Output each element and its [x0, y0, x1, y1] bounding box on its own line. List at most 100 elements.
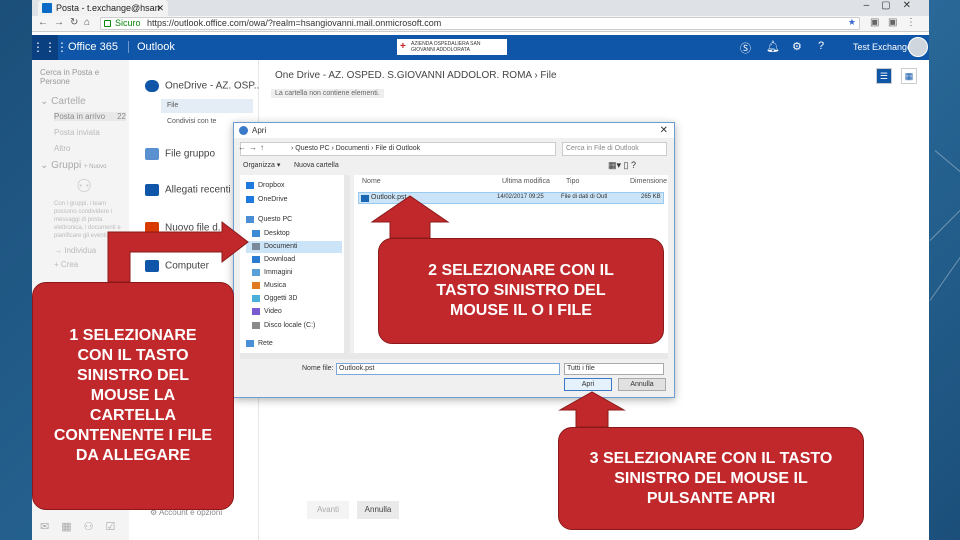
help-icon[interactable]: ?: [818, 40, 824, 52]
office365-brand[interactable]: Office 365: [68, 41, 118, 53]
column-modified[interactable]: Ultima modifica: [502, 178, 550, 185]
column-type[interactable]: Tipo: [566, 178, 579, 185]
create-link[interactable]: + Crea: [54, 260, 78, 269]
folder-icon: [246, 181, 254, 189]
window-controls[interactable]: –▢✕: [864, 0, 923, 11]
extension-icon[interactable]: ▣: [870, 17, 879, 28]
dialog-search-input[interactable]: Cerca in File di Outlook: [562, 142, 667, 156]
tree-item[interactable]: Desktop: [252, 228, 290, 240]
user-name[interactable]: Test Exchange: [853, 42, 912, 52]
tree-item[interactable]: Disco locale (C:): [252, 320, 315, 332]
groups-header[interactable]: ⌄ Gruppi + Nuovo: [40, 160, 106, 171]
file-name: Outlook.pst: [371, 194, 407, 201]
close-tab-icon[interactable]: ✕: [156, 0, 164, 16]
dialog-cancel-button[interactable]: Annulla: [618, 378, 666, 391]
red-cross-icon: +: [400, 41, 406, 52]
tab-bar: Posta - t.exchange@hsan ✕ –▢✕: [32, 0, 929, 16]
list-view-icon[interactable]: ☰: [875, 68, 892, 84]
tree-item[interactable]: Musica: [252, 280, 286, 292]
tree-item-label: Desktop: [264, 230, 290, 237]
horizontal-scrollbar[interactable]: [240, 353, 668, 359]
new-folder-button[interactable]: Nuova cartella: [294, 158, 339, 173]
extension-icon[interactable]: ▣: [888, 17, 897, 28]
tree-item-label: Disco locale (C:): [264, 322, 316, 329]
logo-text: AZIENDA OSPEDALIERA SAN GIOVANNI ADDOLOR…: [411, 41, 481, 53]
new-document-icon: [145, 222, 159, 234]
tree-item-label: Questo PC: [258, 216, 293, 223]
tree-item[interactable]: Documenti: [246, 241, 342, 253]
close-icon[interactable]: ✕: [660, 123, 668, 138]
groups-icon: ⚇: [76, 176, 93, 196]
office365-header: ⋮⋮⋮ Office 365 Outlook + AZIENDA OSPEDAL…: [32, 35, 929, 60]
hospital-logo: + AZIENDA OSPEDALIERA SAN GIOVANNI ADDOL…: [397, 39, 507, 55]
breadcrumb[interactable]: One Drive - AZ. OSPED. S.GIOVANNI ADDOLO…: [275, 70, 557, 81]
outlook-favicon-icon: [42, 3, 52, 13]
folder-other[interactable]: Altro: [54, 144, 70, 153]
source-onedrive-file[interactable]: File: [161, 99, 253, 113]
source-new-file[interactable]: Nuovo file d...: [145, 222, 226, 234]
source-group-files[interactable]: File gruppo: [145, 148, 215, 160]
dialog-nav-buttons[interactable]: ←→↑: [238, 143, 267, 152]
callout-step1: 1 SELEZIONARE CON IL TASTO SINISTRO DEL …: [32, 282, 234, 510]
file-modified: 14/02/2017 09:25: [497, 194, 544, 200]
forward-icon[interactable]: →: [54, 17, 64, 28]
column-size[interactable]: Dimensione: [630, 178, 667, 185]
tree-item[interactable]: Immagini: [252, 267, 292, 279]
folder-icon: [252, 229, 260, 237]
gear-icon[interactable]: ⚙: [792, 40, 802, 53]
tree-item[interactable]: Video: [252, 306, 282, 318]
tree-item[interactable]: OneDrive: [246, 194, 288, 206]
source-shared[interactable]: Condivisi con te: [167, 118, 216, 125]
column-name[interactable]: Nome: [362, 178, 381, 185]
dialog-title: Apri: [252, 126, 267, 135]
people-icon: [145, 148, 159, 160]
back-icon[interactable]: ←: [38, 17, 48, 28]
home-icon[interactable]: ⌂: [84, 17, 90, 28]
source-onedrive[interactable]: OneDrive - AZ. OSP...: [145, 80, 262, 92]
path-bar[interactable]: › Questo PC › Documenti › File di Outloo…: [240, 142, 556, 156]
tile-view-icon[interactable]: ▦: [901, 68, 917, 84]
browser-tab[interactable]: Posta - t.exchange@hsan ✕: [38, 0, 168, 16]
file-row[interactable]: Outlook.pst 14/02/2017 09:25 File di dat…: [358, 192, 664, 204]
avatar[interactable]: [908, 37, 928, 57]
discover-link[interactable]: → Individua: [54, 246, 96, 255]
open-button[interactable]: Apri: [564, 378, 612, 391]
tree-item[interactable]: Download: [252, 254, 295, 266]
reload-icon[interactable]: ↻: [70, 17, 78, 28]
bookmark-star-icon[interactable]: ★: [848, 17, 856, 28]
filename-input[interactable]: Outlook.pst: [336, 363, 560, 375]
folders-header[interactable]: ⌄ Cartelle: [40, 96, 86, 107]
next-button[interactable]: Avanti: [307, 501, 349, 519]
folder-icon: [252, 307, 260, 315]
url-input[interactable]: Sicuro https://outlook.office.com/owa/?r…: [100, 17, 860, 30]
search-input[interactable]: Cerca in Posta e Persone: [40, 68, 129, 86]
bell-icon[interactable]: 🔔︎: [766, 40, 780, 53]
tree-item-label: Rete: [258, 340, 273, 347]
folder-icon: [246, 339, 254, 347]
tree-item-label: Musica: [264, 282, 287, 289]
filename-label: Nome file:: [302, 365, 334, 372]
source-computer[interactable]: Computer: [145, 260, 209, 272]
tree-item[interactable]: Oggetti 3D: [252, 293, 297, 305]
outlook-file-icon: [361, 195, 369, 202]
tree-scrollbar[interactable]: [344, 175, 350, 353]
tree-item[interactable]: Rete: [246, 338, 273, 350]
module-switcher[interactable]: ✉▦⚇☑: [40, 520, 127, 533]
filetype-select[interactable]: Tutti i file: [564, 363, 664, 375]
dialog-toolbar: Organizza ▾ Nuova cartella ▦▾ ▯ ?: [234, 158, 674, 173]
menu-icon[interactable]: ⋮: [906, 17, 916, 28]
app-launcher-icon[interactable]: ⋮⋮⋮: [32, 35, 68, 60]
organize-button[interactable]: Organizza ▾: [243, 158, 280, 173]
skype-icon[interactable]: Ⓢ: [740, 40, 751, 56]
folder-inbox[interactable]: Posta in arrivo 22: [54, 112, 126, 121]
view-options-icon[interactable]: ▦▾ ▯ ?: [608, 158, 636, 173]
tree-item-label: Immagini: [264, 269, 293, 276]
cancel-button[interactable]: Annulla: [357, 501, 399, 519]
url-text: https://outlook.office.com/owa/?realm=hs…: [147, 18, 442, 28]
folder-icon: [246, 215, 254, 223]
folder-sent[interactable]: Posta inviata: [54, 128, 100, 137]
tree-item[interactable]: Dropbox: [246, 180, 284, 192]
outlook-app-name[interactable]: Outlook: [128, 41, 175, 53]
tree-item[interactable]: Questo PC: [246, 214, 292, 226]
source-recent[interactable]: Allegati recenti: [145, 184, 231, 196]
